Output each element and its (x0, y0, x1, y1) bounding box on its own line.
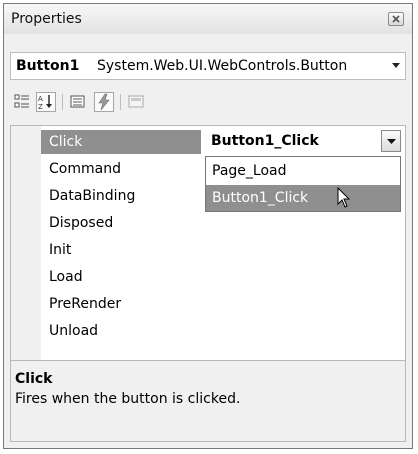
description-text: Fires when the button is clicked. (15, 391, 241, 407)
toolbar: A Z (10, 88, 406, 118)
event-handler-combobox[interactable]: Button1_Click (205, 130, 401, 154)
toolbar-separator (120, 94, 121, 110)
object-type: System.Web.UI.WebControls.Button (97, 58, 348, 74)
svg-text:Z: Z (38, 103, 43, 111)
event-row-unload[interactable]: Unload (41, 319, 201, 343)
properties-window: Properties Button1 System.Web.UI.WebCont… (3, 3, 413, 449)
event-row-databinding[interactable]: DataBinding (41, 184, 201, 208)
alphabetical-button[interactable]: A Z (36, 92, 56, 112)
close-button[interactable] (388, 12, 404, 26)
dropdown-button[interactable] (381, 130, 401, 152)
event-handler-value: Button1_Click (211, 133, 319, 149)
window-title: Properties (11, 11, 82, 27)
toolbar-separator (62, 94, 63, 110)
property-pages-button[interactable] (126, 92, 146, 112)
categorized-button[interactable] (12, 92, 32, 112)
alphabetical-icon: A Z (38, 95, 52, 111)
title-bar[interactable]: Properties (4, 4, 412, 34)
mouse-pointer-icon (337, 187, 351, 208)
categorized-icon (14, 94, 29, 108)
chevron-down-icon (392, 63, 400, 68)
object-selector[interactable]: Button1 System.Web.UI.WebControls.Button (10, 52, 406, 80)
event-row-load[interactable]: Load (41, 265, 201, 289)
property-pages-icon (128, 95, 144, 108)
events-icon (98, 93, 110, 111)
event-handler-dropdown-list: Page_Load Button1_Click (205, 156, 401, 212)
dropdown-option-button1-click[interactable]: Button1_Click (206, 185, 400, 211)
grid-gutter (11, 126, 41, 360)
chevron-down-icon (387, 139, 396, 144)
events-grid: Click Command DataBinding Disposed Init … (10, 125, 406, 361)
event-row-command[interactable]: Command (41, 157, 201, 181)
properties-icon (70, 95, 85, 108)
description-panel: Click Fires when the button is clicked. (10, 361, 406, 442)
event-row-click[interactable]: Click (41, 130, 201, 154)
description-title: Click (15, 371, 53, 387)
events-button[interactable] (94, 92, 114, 112)
dropdown-option-page-load[interactable]: Page_Load (206, 158, 400, 184)
event-row-init[interactable]: Init (41, 238, 201, 262)
event-row-disposed[interactable]: Disposed (41, 211, 201, 235)
event-row-prerender[interactable]: PreRender (41, 292, 201, 316)
object-name: Button1 (16, 58, 80, 74)
close-icon (392, 15, 400, 23)
properties-button[interactable] (68, 92, 88, 112)
svg-text:A: A (38, 95, 43, 103)
